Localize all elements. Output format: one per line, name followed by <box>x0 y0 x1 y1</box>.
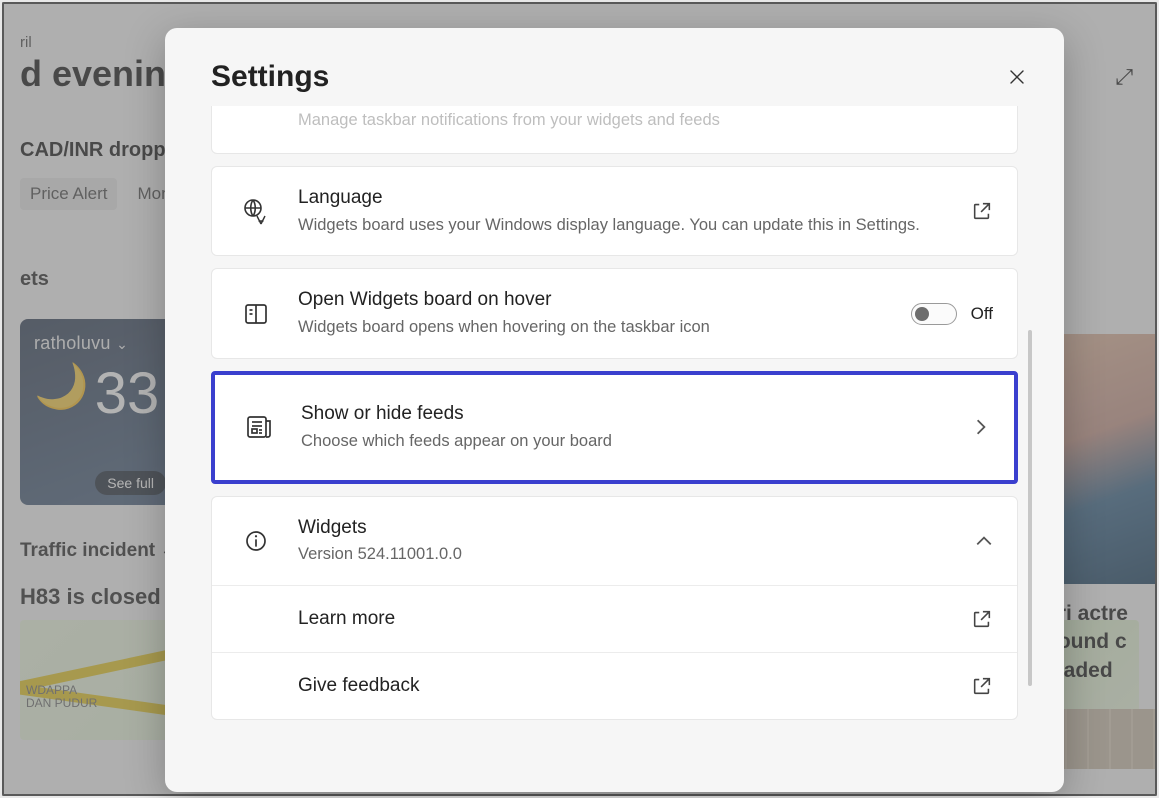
feeds-title: Show or hide feeds <box>301 401 950 427</box>
language-icon <box>236 197 276 225</box>
language-title: Language <box>298 185 949 211</box>
close-button[interactable] <box>1000 60 1034 94</box>
settings-item-notifications[interactable]: Manage taskbar notifications from your w… <box>211 106 1018 154</box>
settings-item-widgets-version[interactable]: Widgets Version 524.11001.0.0 Learn more… <box>211 496 1018 721</box>
open-external-icon <box>971 200 993 222</box>
modal-title: Settings <box>211 60 329 94</box>
hover-toggle[interactable] <box>911 303 957 325</box>
hover-subtitle: Widgets board opens when hovering on the… <box>298 316 889 340</box>
settings-sub-learn-more[interactable]: Learn more <box>212 585 1017 652</box>
expand-icon[interactable]: ⤢ <box>1115 64 1133 90</box>
learn-more-label: Learn more <box>298 608 971 630</box>
open-external-icon <box>971 608 993 630</box>
bg-weather-temp: 33 <box>95 360 160 427</box>
hover-title: Open Widgets board on hover <box>298 287 889 313</box>
chevron-right-icon <box>972 418 990 436</box>
widgets-title: Widgets <box>298 515 953 541</box>
info-icon <box>236 529 276 553</box>
bg-date: ril <box>20 34 188 51</box>
hover-toggle-label: Off <box>971 304 993 324</box>
language-subtitle: Widgets board uses your Windows display … <box>298 214 949 238</box>
weather-moon-icon: 🌙 <box>34 360 89 412</box>
bg-see-full-button[interactable]: See full <box>95 471 166 495</box>
settings-item-open-on-hover: Open Widgets board on hover Widgets boar… <box>211 268 1018 359</box>
notifications-subtitle: Manage taskbar notifications from your w… <box>298 109 993 133</box>
bg-weather-location: ratholuvu <box>34 333 111 353</box>
open-external-icon <box>971 675 993 697</box>
widgets-subtitle: Version 524.11001.0.0 <box>298 543 953 567</box>
close-icon <box>1009 69 1025 85</box>
settings-sub-give-feedback[interactable]: Give feedback <box>212 652 1017 719</box>
bg-traffic-label[interactable]: Traffic incident <box>20 540 155 561</box>
bg-map-area: WDAPPA DAN PUDUR <box>26 684 97 710</box>
settings-item-show-hide-feeds[interactable]: Show or hide feeds Choose which feeds ap… <box>211 371 1018 484</box>
give-feedback-label: Give feedback <box>298 675 971 697</box>
feeds-icon <box>239 414 279 440</box>
chevron-down-icon: ⌄ <box>116 336 128 352</box>
settings-modal: Settings Manage taskbar notifications fr… <box>165 28 1064 792</box>
settings-item-language[interactable]: Language Widgets board uses your Windows… <box>211 166 1018 257</box>
widgets-board-icon <box>236 301 276 327</box>
feeds-subtitle: Choose which feeds appear on your board <box>301 430 950 454</box>
bg-greeting: d evening <box>20 53 188 95</box>
scrollbar[interactable] <box>1028 330 1032 686</box>
bg-pill-price-alert[interactable]: Price Alert <box>20 178 117 210</box>
chevron-up-icon <box>975 532 993 550</box>
